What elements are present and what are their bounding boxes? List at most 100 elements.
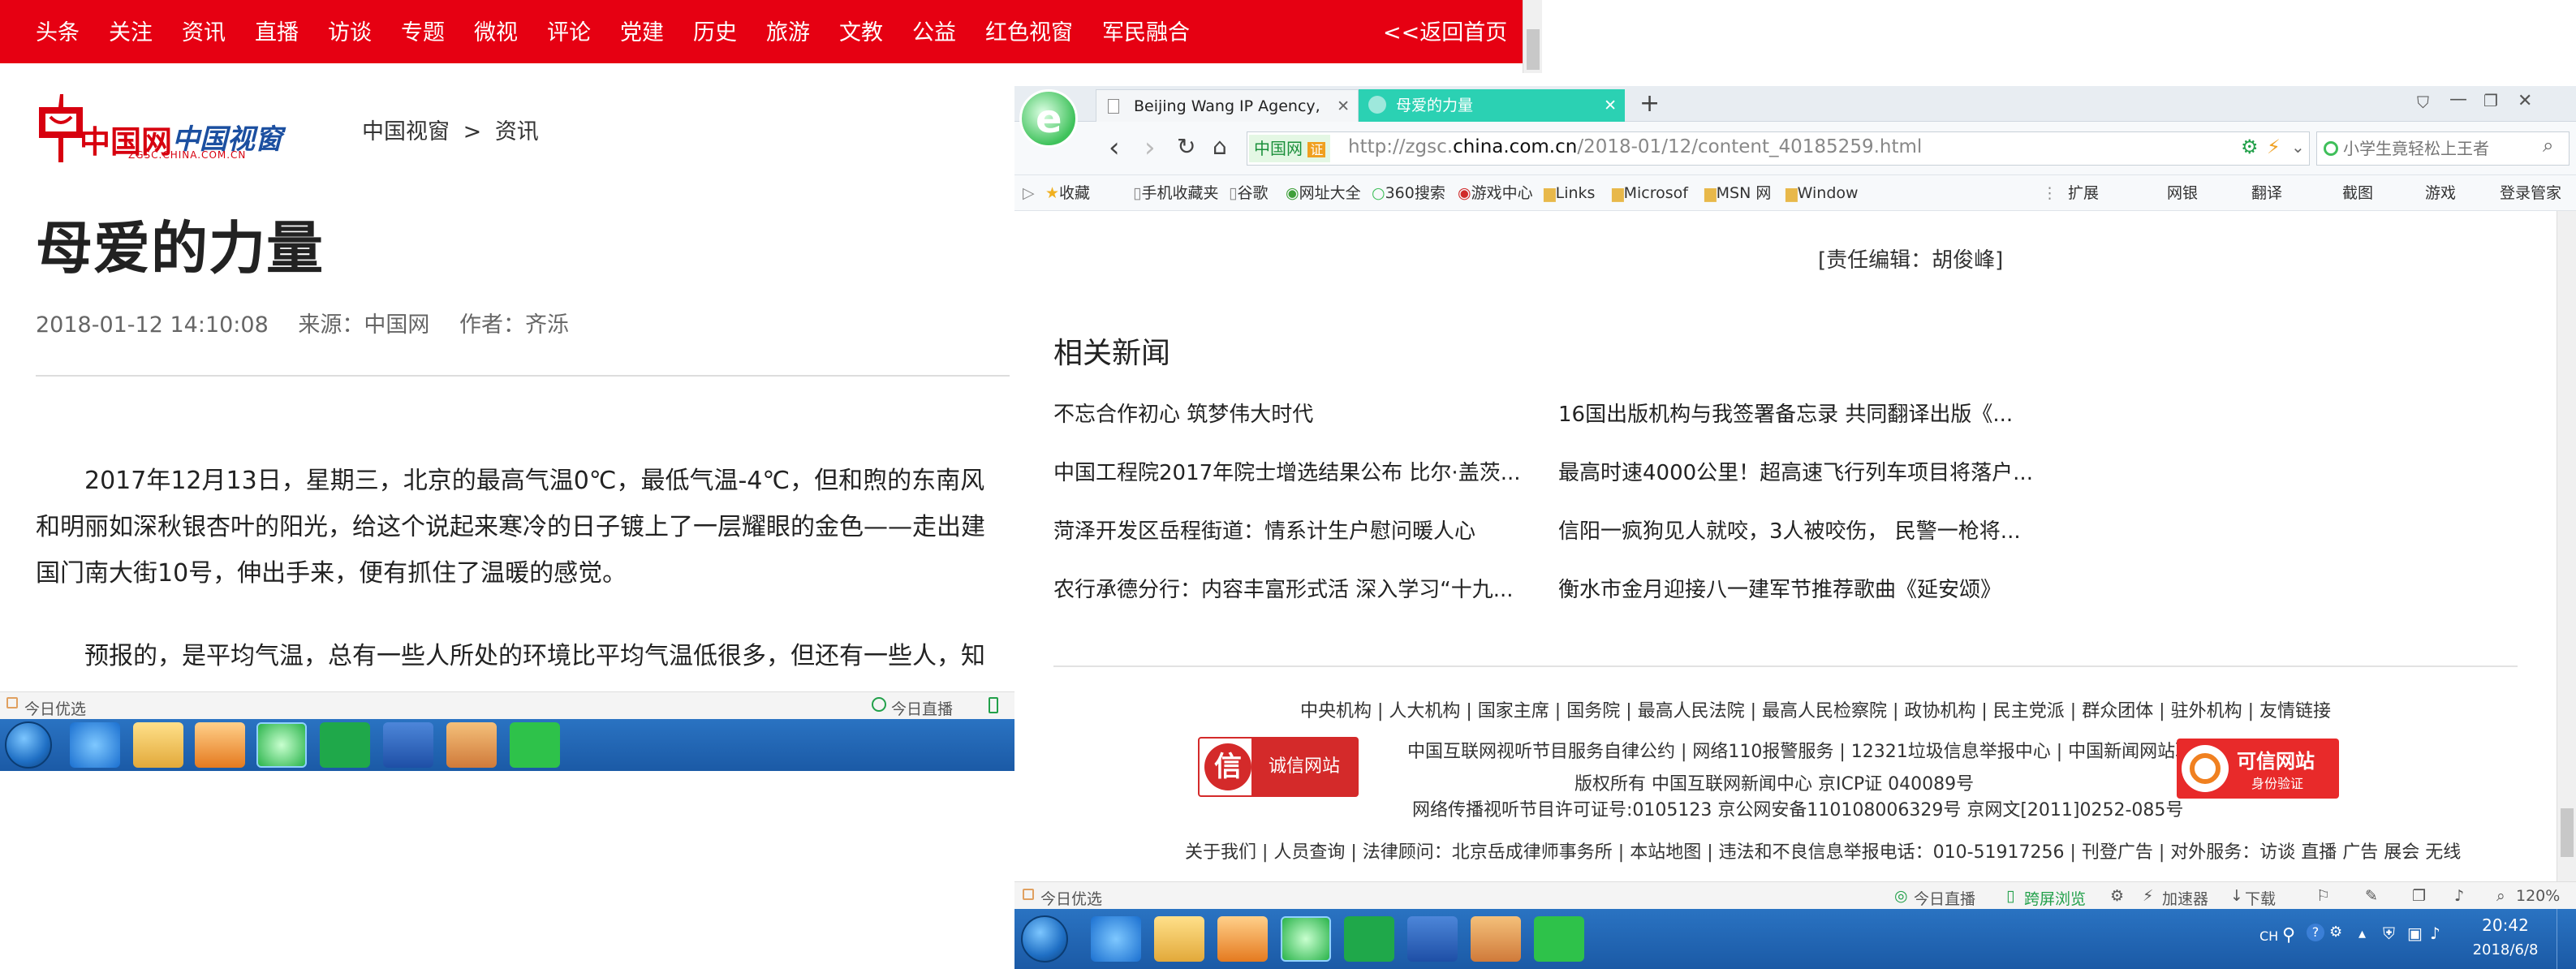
media-player-icon[interactable] bbox=[195, 722, 245, 768]
bookmark-msn[interactable]: ▆MSN 网 bbox=[1704, 175, 1771, 211]
minimize-icon[interactable]: — bbox=[2449, 89, 2467, 110]
breadcrumb-section[interactable]: 资讯 bbox=[495, 119, 539, 144]
sidebar-toggle-icon[interactable]: ▷ bbox=[1023, 175, 1035, 211]
related-news-link[interactable]: 菏泽开发区岳程街道：情系计生户慰问暖人心 bbox=[1053, 515, 1475, 545]
new-tab-icon[interactable]: + bbox=[1639, 89, 1660, 118]
tool-screenshot[interactable]: 截图 bbox=[2342, 175, 2373, 211]
status-cross-screen[interactable]: 跨屏浏览 bbox=[2024, 887, 2086, 909]
nav-item-welfare[interactable]: 公益 bbox=[912, 0, 956, 63]
settings-icon[interactable]: ⚙ bbox=[2110, 887, 2124, 905]
nav-item-news[interactable]: 资讯 bbox=[182, 0, 226, 63]
word-icon[interactable] bbox=[1407, 916, 1458, 962]
bookmark-360search[interactable]: ○360搜索 bbox=[1372, 175, 1445, 211]
trusted-site-badge[interactable]: 可信网站 身份验证 bbox=[2177, 739, 2339, 799]
tool-ebank[interactable]: 网银 bbox=[2167, 175, 2198, 211]
tool-translate[interactable]: 翻译 bbox=[2251, 175, 2282, 211]
related-news-link[interactable]: 16国出版机构与我签署备忘录 共同翻译出版《... bbox=[1558, 398, 2013, 428]
nav-item-military[interactable]: 军民融合 bbox=[1102, 0, 1190, 63]
related-news-link[interactable]: 农行承德分行：内容丰富形式活 深入学习“十九... bbox=[1053, 573, 1514, 603]
sound-icon[interactable]: ♪ bbox=[2454, 887, 2464, 905]
scroll-thumb[interactable] bbox=[1527, 29, 1540, 70]
speed-icon[interactable]: ⚡ bbox=[2267, 136, 2281, 158]
tab-ip-agency[interactable]: Beijing Wang IP Agency, Ltd., ✕ bbox=[1096, 89, 1359, 148]
related-news-link[interactable]: 信阳一疯狗见人就咬，3人被咬伤， 民警一枪将... bbox=[1558, 515, 2021, 545]
nav-item-party[interactable]: 党建 bbox=[620, 0, 664, 63]
iqiyi-icon[interactable] bbox=[1344, 916, 1394, 962]
refresh-icon[interactable]: ↻ bbox=[1177, 133, 1195, 160]
related-news-link[interactable]: 中国工程院2017年院士增选结果公布 比尔·盖茨... bbox=[1053, 456, 1521, 486]
search-icon[interactable]: ⌕ bbox=[2543, 134, 2553, 157]
nav-item-interview[interactable]: 访谈 bbox=[328, 0, 372, 63]
tool-games[interactable]: 游戏 bbox=[2425, 175, 2456, 211]
nav-item-comment[interactable]: 评论 bbox=[547, 0, 591, 63]
today-live-label[interactable]: 今日直播 bbox=[891, 697, 953, 719]
iqiyi-icon[interactable] bbox=[320, 722, 370, 768]
related-news-link[interactable]: 衡水市金月迎接八一建军节推荐歌曲《延安颂》 bbox=[1558, 573, 2001, 603]
bookmark-windows[interactable]: ▆Window bbox=[1786, 175, 1859, 211]
wechat-icon[interactable] bbox=[1534, 916, 1584, 962]
status-live[interactable]: 今日直播 bbox=[1914, 887, 1975, 909]
ie-icon[interactable] bbox=[70, 722, 120, 768]
security-tray-icon[interactable]: ⛨ bbox=[2383, 924, 2395, 943]
search-input[interactable] bbox=[2341, 136, 2528, 162]
tray-expand-icon[interactable]: ▴ bbox=[2358, 925, 2366, 942]
network-icon[interactable]: ▣ bbox=[2407, 924, 2423, 943]
status-accelerator[interactable]: 加速器 bbox=[2162, 887, 2208, 909]
back-icon[interactable]: ‹ bbox=[1109, 131, 1120, 164]
tool-extensions[interactable]: 扩展 bbox=[2068, 175, 2099, 211]
360-browser-logo-icon[interactable]: e bbox=[1019, 89, 1078, 148]
today-picks-label[interactable]: 今日优选 bbox=[1040, 887, 1102, 909]
word-icon[interactable] bbox=[383, 722, 433, 768]
status-download[interactable]: 下载 bbox=[2245, 887, 2276, 909]
start-button-icon[interactable] bbox=[5, 721, 52, 769]
folder-icon[interactable] bbox=[1154, 916, 1204, 962]
bookmark-favorites[interactable]: ★收藏 bbox=[1045, 175, 1090, 211]
help-icon[interactable]: ? bbox=[2307, 924, 2324, 941]
clock-time[interactable]: 20:42 bbox=[2461, 915, 2550, 935]
left-scrollbar[interactable] bbox=[1523, 0, 1542, 73]
footer-text[interactable]: 中国互联网视听节目服务自律公约 | 网络110报警服务 | 12321垃圾信息举… bbox=[1407, 737, 2211, 763]
nav-item-travel[interactable]: 旅游 bbox=[766, 0, 810, 63]
scroll-thumb[interactable] bbox=[2561, 808, 2574, 857]
more-icon[interactable]: ⋮ bbox=[2042, 175, 2057, 211]
flag-icon[interactable]: ⚐ bbox=[2316, 887, 2330, 905]
wechat-icon[interactable] bbox=[510, 722, 560, 768]
start-button-icon[interactable] bbox=[1021, 915, 1068, 963]
bookmark-games[interactable]: ◉游戏中心 bbox=[1458, 175, 1533, 211]
360-browser-icon[interactable] bbox=[256, 722, 307, 768]
today-picks-label[interactable]: 今日优选 bbox=[24, 697, 86, 719]
chevron-down-icon[interactable]: ⌄ bbox=[2291, 137, 2305, 157]
related-news-link[interactable]: 最高时速4000公里！超高速飞行列车项目将落户... bbox=[1558, 456, 2033, 486]
nav-item-history[interactable]: 历史 bbox=[693, 0, 737, 63]
settings-tray-icon[interactable]: ⚙ bbox=[2329, 924, 2342, 941]
nav-item-topics[interactable]: 专题 bbox=[401, 0, 445, 63]
bookmark-google[interactable]: ▯谷歌 bbox=[1229, 175, 1268, 211]
search-box[interactable]: ⌕ bbox=[2316, 131, 2570, 166]
related-news-link[interactable]: 不忘合作初心 筑梦伟大时代 bbox=[1053, 398, 1313, 428]
page-scrollbar[interactable] bbox=[2557, 211, 2576, 881]
nav-item-headlines[interactable]: 头条 bbox=[36, 0, 80, 63]
site-logo[interactable]: 中国网 中国视窗 ZGSC.CHINA.COM.CN bbox=[32, 91, 292, 166]
folder-icon[interactable] bbox=[133, 722, 183, 768]
brush-icon[interactable]: ✎ bbox=[2365, 887, 2378, 905]
footer-links[interactable]: 中央机构 | 人大机构 | 国家主席 | 国务院 | 最高人民法院 | 最高人民… bbox=[1300, 696, 2331, 722]
tab-close-icon[interactable]: ✕ bbox=[1604, 89, 1617, 122]
site-verify-badge[interactable]: 中国网 证 bbox=[1249, 135, 1331, 162]
nav-item-culture[interactable]: 文教 bbox=[839, 0, 883, 63]
nav-item-red-window[interactable]: 红色视窗 bbox=[985, 0, 1073, 63]
input-language[interactable]: CH bbox=[2259, 928, 2278, 944]
url-text[interactable]: http://zgsc.china.com.cn/2018-01/12/cont… bbox=[1348, 136, 1922, 157]
bookmark-links[interactable]: ▆Links bbox=[1544, 175, 1595, 211]
ie-icon[interactable] bbox=[1091, 916, 1141, 962]
nav-item-follow[interactable]: 关注 bbox=[109, 0, 153, 63]
volume-icon[interactable]: ♪ bbox=[2430, 924, 2440, 943]
show-desktop-button[interactable] bbox=[2557, 909, 2576, 969]
back-home-link[interactable]: <<返回首页 bbox=[1383, 0, 1507, 63]
clock-date[interactable]: 2018/6/8 bbox=[2461, 941, 2550, 958]
window-close-icon[interactable]: ✕ bbox=[2518, 91, 2532, 111]
home-icon[interactable]: ⌂ bbox=[1213, 133, 1227, 160]
search-tray-icon[interactable]: ⚲ bbox=[2282, 925, 2295, 945]
tab-close-icon[interactable]: ✕ bbox=[1337, 90, 1350, 123]
zoom-level[interactable]: 120% bbox=[2516, 887, 2560, 905]
paint-icon[interactable] bbox=[446, 722, 497, 768]
